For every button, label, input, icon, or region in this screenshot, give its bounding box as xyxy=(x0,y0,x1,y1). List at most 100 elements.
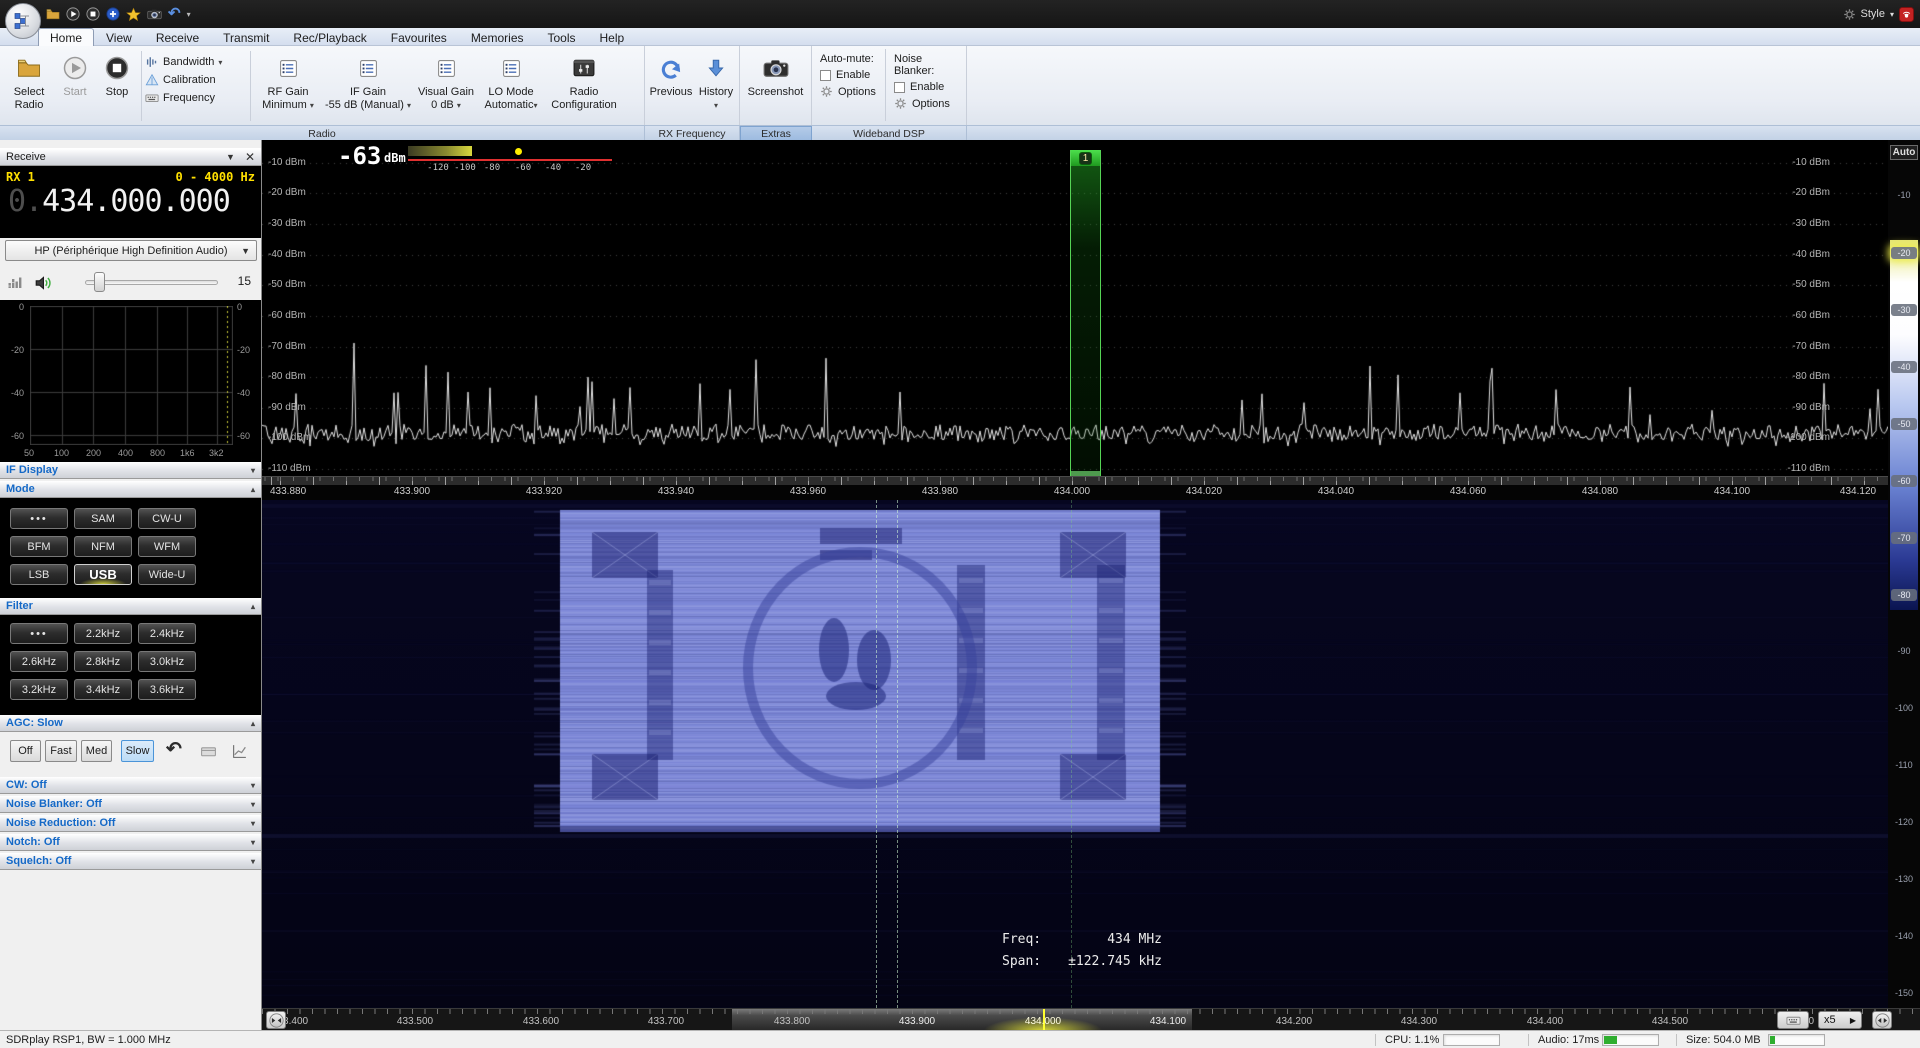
section-cw[interactable]: CW: Off▾ xyxy=(0,777,261,794)
mode-wfm-button[interactable]: WFM xyxy=(138,536,196,557)
tab-tools[interactable]: Tools xyxy=(536,28,588,46)
s-meter-peak-dot xyxy=(515,148,522,155)
style-dropdown-icon[interactable]: ▾ xyxy=(1890,10,1894,19)
section-noise-blanker[interactable]: Noise Blanker: Off▾ xyxy=(0,796,261,813)
center-button[interactable] xyxy=(266,1011,286,1029)
noise-blanker-checkbox[interactable] xyxy=(894,82,905,93)
lo-mode-button[interactable]: LO Mode Automatic▾ xyxy=(478,49,544,121)
tab-memories[interactable]: Memories xyxy=(459,28,536,46)
style-menu[interactable]: Style xyxy=(1861,8,1885,20)
mode-sam-button[interactable]: SAM xyxy=(74,508,132,529)
start-icon[interactable] xyxy=(66,7,80,21)
bandwidth-button[interactable]: Bandwidth▾ xyxy=(145,55,247,69)
section-mode[interactable]: Mode▴ xyxy=(0,481,261,498)
filter-34-button[interactable]: 3.4kHz xyxy=(74,679,132,700)
agc-med-button[interactable]: Med xyxy=(81,740,112,762)
agc-slow-button[interactable]: Slow xyxy=(121,740,154,762)
radio-configuration-button[interactable]: RadioConfiguration xyxy=(544,49,624,121)
section-squelch[interactable]: Squelch: Off▾ xyxy=(0,853,261,870)
expand-button[interactable] xyxy=(1872,1011,1892,1029)
tab-transmit[interactable]: Transmit xyxy=(211,28,281,46)
waterfall-colour-scale[interactable]: Auto -10 -20 -30 -40 -50 -60 -70 -80 -90… xyxy=(1888,140,1920,1008)
agc-fast-button[interactable]: Fast xyxy=(45,740,77,762)
add-icon[interactable] xyxy=(106,7,120,21)
section-if-display[interactable]: IF Display▾ xyxy=(0,462,261,479)
filter-more-button[interactable]: ••• xyxy=(10,623,68,644)
screenshot-icon[interactable] xyxy=(147,8,162,20)
tab-home[interactable]: Home xyxy=(38,28,94,46)
section-filter[interactable]: Filter▴ xyxy=(0,598,261,615)
previous-button[interactable]: Previous xyxy=(647,49,695,121)
agc-undo-icon[interactable]: ↶ xyxy=(166,738,182,761)
mode-usb-button[interactable]: USB xyxy=(74,564,132,585)
mode-bfm-button[interactable]: BFM xyxy=(10,536,68,557)
calibration-button[interactable]: Calibration xyxy=(145,73,247,87)
scale-badge: -80 xyxy=(1891,589,1917,601)
start-button[interactable]: Start xyxy=(54,49,96,121)
panel-collapse-icon[interactable]: ▼ xyxy=(226,152,235,162)
toolbar-overflow-icon[interactable]: ▾ xyxy=(187,10,191,19)
tab-view[interactable]: View xyxy=(94,28,144,46)
tab-help[interactable]: Help xyxy=(588,28,637,46)
visual-gain-button[interactable]: Visual Gain 0 dB ▾ xyxy=(414,49,478,121)
rf-gain-button[interactable]: RF Gain Minimum ▾ xyxy=(254,49,322,121)
tab-rec-playback[interactable]: Rec/Playback xyxy=(281,28,378,46)
db-label-left: -20 dBm xyxy=(268,187,306,198)
keyboard-entry-button[interactable] xyxy=(1777,1011,1809,1029)
select-radio-button[interactable]: SelectRadio xyxy=(4,49,54,121)
tuning-marker[interactable]: 1 xyxy=(1070,150,1101,476)
audio-device-select[interactable]: HP (Périphérique High Definition Audio) … xyxy=(5,240,257,261)
filter-32-button[interactable]: 3.2kHz xyxy=(10,679,68,700)
stop-button[interactable]: Stop xyxy=(96,49,138,121)
mode-cwu-button[interactable]: CW-U xyxy=(138,508,196,529)
spectrum-frequency-ruler[interactable] xyxy=(262,476,1888,485)
tab-receive[interactable]: Receive xyxy=(144,28,211,46)
speaker-icon[interactable] xyxy=(34,274,54,292)
mode-nfm-button[interactable]: NFM xyxy=(74,536,132,557)
app-menu-button[interactable] xyxy=(5,3,41,39)
mode-wideu-button[interactable]: Wide-U xyxy=(138,564,196,585)
mode-more-button[interactable]: ••• xyxy=(10,508,68,529)
screenshot-button[interactable]: Screenshot xyxy=(743,49,809,121)
section-noise-reduction[interactable]: Noise Reduction: Off▾ xyxy=(0,815,261,832)
undo-icon[interactable]: ↶ xyxy=(168,9,181,19)
tuned-frequency[interactable]: 0.434.000.000 xyxy=(8,184,230,219)
filter-30-button[interactable]: 3.0kHz xyxy=(138,651,196,672)
history-button[interactable]: History ▾ xyxy=(695,49,737,121)
filter-26-button[interactable]: 2.6kHz xyxy=(10,651,68,672)
filter-22-button[interactable]: 2.2kHz xyxy=(74,623,132,644)
section-notch[interactable]: Notch: Off▾ xyxy=(0,834,261,851)
spectrum-display[interactable]: -63 dBm -120 -100 -80 -60 -40 -20 -10 dB… xyxy=(262,140,1888,500)
filter-28-button[interactable]: 2.8kHz xyxy=(74,651,132,672)
auto-mute-options[interactable]: Options xyxy=(820,85,879,98)
auto-mute-enable[interactable]: Enable xyxy=(820,69,879,81)
mode-lsb-button[interactable]: LSB xyxy=(10,564,68,585)
band-navigation-bar[interactable]: 433.400 433.500 433.600 433.700 433.800 … xyxy=(262,1008,1920,1030)
noise-blanker-enable[interactable]: Enable xyxy=(894,81,960,93)
volume-slider-thumb[interactable] xyxy=(94,272,105,292)
levels-icon[interactable] xyxy=(7,274,23,290)
tuning-marker-cap[interactable]: 1 xyxy=(1071,150,1100,166)
if-gain-button[interactable]: IF Gain -55 dB (Manual) ▾ xyxy=(322,49,414,121)
section-agc[interactable]: AGC: Slow▴ xyxy=(0,715,261,732)
history-icon xyxy=(706,57,726,79)
panel-close-icon[interactable]: ✕ xyxy=(245,150,255,164)
scale-label: -130 xyxy=(1888,874,1920,884)
ribbon-group-radio: SelectRadio Start Stop Bandwidth▾ Calibr… xyxy=(0,46,645,125)
waterfall-display[interactable]: Freq:434 MHz Span:±122.745 kHz xyxy=(262,500,1888,1008)
af-x-label: 200 xyxy=(86,448,101,458)
tab-favourites[interactable]: Favourites xyxy=(379,28,459,46)
agc-off-button[interactable]: Off xyxy=(10,740,41,762)
open-folder-icon[interactable] xyxy=(46,7,60,21)
scale-marker-high[interactable]: -20 xyxy=(1891,247,1917,259)
filter-24-button[interactable]: 2.4kHz xyxy=(138,623,196,644)
auto-range-button[interactable]: Auto xyxy=(1890,145,1918,160)
filter-36-button[interactable]: 3.6kHz xyxy=(138,679,196,700)
zoom-button[interactable]: x5▶ xyxy=(1818,1011,1862,1029)
agc-monitor-icon[interactable] xyxy=(200,743,217,760)
noise-blanker-options[interactable]: Options xyxy=(894,97,960,110)
favourite-star-icon[interactable] xyxy=(126,7,141,22)
frequency-button[interactable]: Frequency xyxy=(145,91,247,105)
auto-mute-checkbox[interactable] xyxy=(820,70,831,81)
agc-graph-icon[interactable] xyxy=(231,743,248,760)
